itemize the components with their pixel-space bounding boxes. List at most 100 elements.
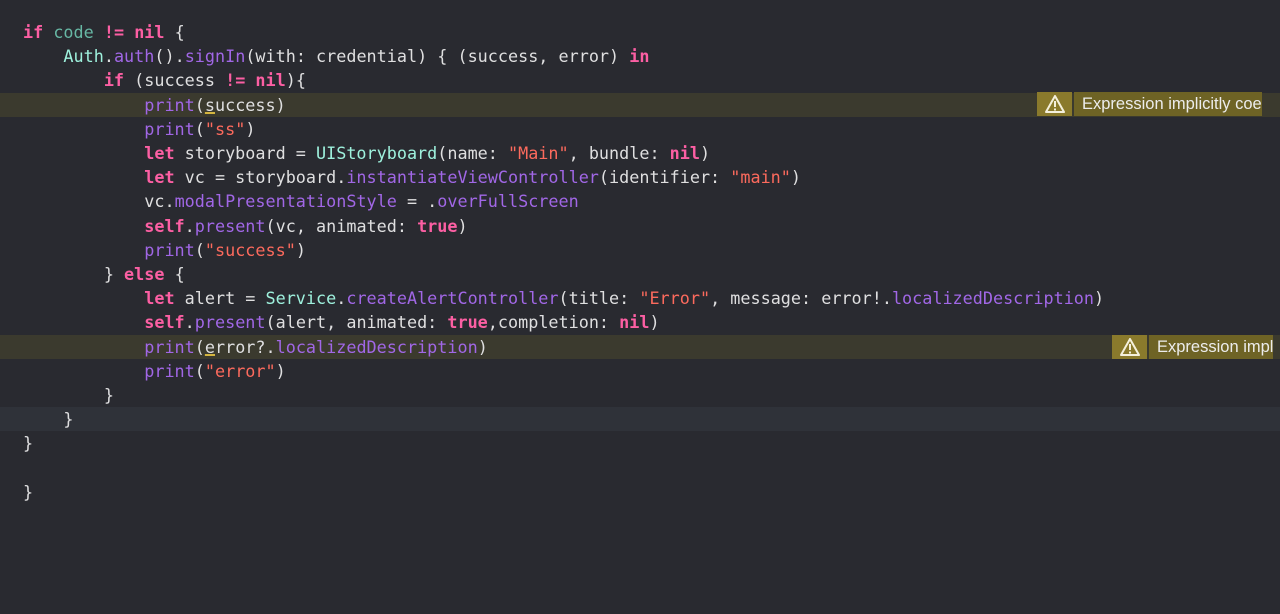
code-token: ) xyxy=(295,239,306,260)
code-line[interactable]: self.present(alert, animated: true,compl… xyxy=(0,310,1280,334)
code-token: ){ xyxy=(285,70,306,91)
code-token: "ss" xyxy=(204,118,246,139)
code-line[interactable]: if (success != nil){ xyxy=(0,68,1280,92)
code-line[interactable] xyxy=(0,456,1280,480)
code-token: } xyxy=(103,385,114,405)
code-text: } xyxy=(23,383,114,407)
code-token: ) xyxy=(245,118,256,139)
code-token: localizedDescription xyxy=(275,336,478,357)
code-text: } xyxy=(23,407,74,431)
code-token: let xyxy=(144,288,175,309)
code-line[interactable]: print("ss") xyxy=(0,117,1280,141)
code-token: let xyxy=(144,167,175,188)
code-line[interactable]: print("error") xyxy=(0,359,1280,383)
code-text: if code != nil { xyxy=(23,20,185,44)
code-token: print xyxy=(144,94,195,115)
code-token: "Main" xyxy=(508,143,569,163)
code-token: let xyxy=(144,143,175,163)
code-line[interactable]: } xyxy=(0,480,1280,504)
code-token: } xyxy=(23,433,34,454)
code-text: let storyboard = UIStoryboard(name: "Mai… xyxy=(23,141,710,165)
code-token: Service xyxy=(265,288,337,309)
code-text: print("error") xyxy=(23,359,286,383)
code-token: e xyxy=(204,336,215,357)
code-text: self.present(vc, animated: true) xyxy=(23,214,468,238)
code-text: print("ss") xyxy=(23,117,255,141)
code-text: if (success != nil){ xyxy=(23,68,306,92)
code-token: s xyxy=(204,94,215,115)
warning-icon xyxy=(1112,335,1147,359)
code-token: , message: error!. xyxy=(710,288,892,309)
code-token: auth xyxy=(113,46,155,67)
code-token: (name: xyxy=(437,143,508,163)
code-line[interactable]: Auth.auth().signIn(with: credential) { (… xyxy=(0,44,1280,68)
code-token: ( xyxy=(194,94,205,115)
code-token: ) xyxy=(477,336,488,357)
code-token: ) xyxy=(457,215,468,236)
code-token: } xyxy=(103,264,125,284)
warning-message: Expression impl xyxy=(1149,335,1274,359)
code-line[interactable]: vc.modalPresentationStyle = .overFullScr… xyxy=(0,189,1280,213)
code-token: . xyxy=(336,288,347,309)
code-token: nil xyxy=(134,22,165,42)
code-token: (with: credential) { (success, error) xyxy=(245,46,630,67)
code-token: (success xyxy=(124,70,226,91)
code-token: ) xyxy=(275,360,286,381)
code-text: print(success) xyxy=(23,93,285,117)
code-token: (identifier: xyxy=(598,167,731,188)
code-line[interactable]: } xyxy=(0,407,1280,432)
code-line[interactable]: self.present(vc, animated: true) xyxy=(0,214,1280,238)
code-token: ,completion: xyxy=(487,312,620,333)
warning-badge[interactable]: Expression implicitly coe xyxy=(1037,92,1262,116)
code-token: present xyxy=(194,312,266,333)
code-token: nil xyxy=(255,70,286,91)
code-token: ( xyxy=(194,336,205,357)
code-text: Auth.auth().signIn(with: credential) { (… xyxy=(23,44,649,68)
code-token: , bundle: xyxy=(568,143,670,163)
code-token: code xyxy=(53,22,94,42)
code-token: ( xyxy=(194,239,205,260)
code-text: } else { xyxy=(23,262,185,286)
code-line[interactable]: let vc = storyboard.instantiateViewContr… xyxy=(0,165,1280,189)
code-token: localizedDescription xyxy=(891,288,1095,309)
code-text: } xyxy=(23,480,33,504)
code-token: = . xyxy=(396,191,438,212)
code-line[interactable]: } else { xyxy=(0,262,1280,286)
code-token: ) xyxy=(649,312,660,333)
code-token: UIStoryboard xyxy=(316,143,438,163)
code-token: "main" xyxy=(730,167,791,188)
code-token: print xyxy=(144,336,195,357)
code-token: signIn xyxy=(184,46,246,67)
warning-badge[interactable]: Expression impl xyxy=(1112,335,1274,359)
code-editor[interactable]: if code != nil { Auth.auth().signIn(with… xyxy=(0,0,1280,614)
warning-message: Expression implicitly coe xyxy=(1074,92,1262,116)
code-line[interactable]: let alert = Service.createAlertControlle… xyxy=(0,286,1280,310)
code-token: ) xyxy=(1094,288,1105,309)
code-token: } xyxy=(63,409,74,430)
code-text: print("success") xyxy=(23,238,306,262)
code-text: let alert = Service.createAlertControlle… xyxy=(23,286,1104,310)
code-line[interactable]: } xyxy=(0,431,1280,455)
code-line[interactable]: print(error?.localizedDescription) xyxy=(0,334,1280,359)
code-token: != xyxy=(103,22,125,42)
code-token: modalPresentationStyle xyxy=(174,191,397,212)
code-token: Auth xyxy=(63,46,104,67)
code-token: "error" xyxy=(204,360,276,381)
code-token: (title: xyxy=(558,288,640,309)
code-token: . xyxy=(184,215,195,236)
code-token: ( xyxy=(194,118,205,139)
code-token: in xyxy=(629,46,650,67)
code-token: (). xyxy=(154,46,185,67)
code-line[interactable]: print("success") xyxy=(0,238,1280,262)
code-line[interactable]: if code != nil { xyxy=(0,20,1280,44)
code-token: else xyxy=(124,264,165,284)
code-line[interactable]: } xyxy=(0,383,1280,407)
code-token: self xyxy=(144,312,185,333)
code-line[interactable]: let storyboard = UIStoryboard(name: "Mai… xyxy=(0,141,1280,165)
code-token: (alert, animated: xyxy=(265,312,448,333)
code-token: } xyxy=(23,481,34,502)
code-token: ) xyxy=(790,167,801,188)
code-token: if xyxy=(23,22,44,42)
